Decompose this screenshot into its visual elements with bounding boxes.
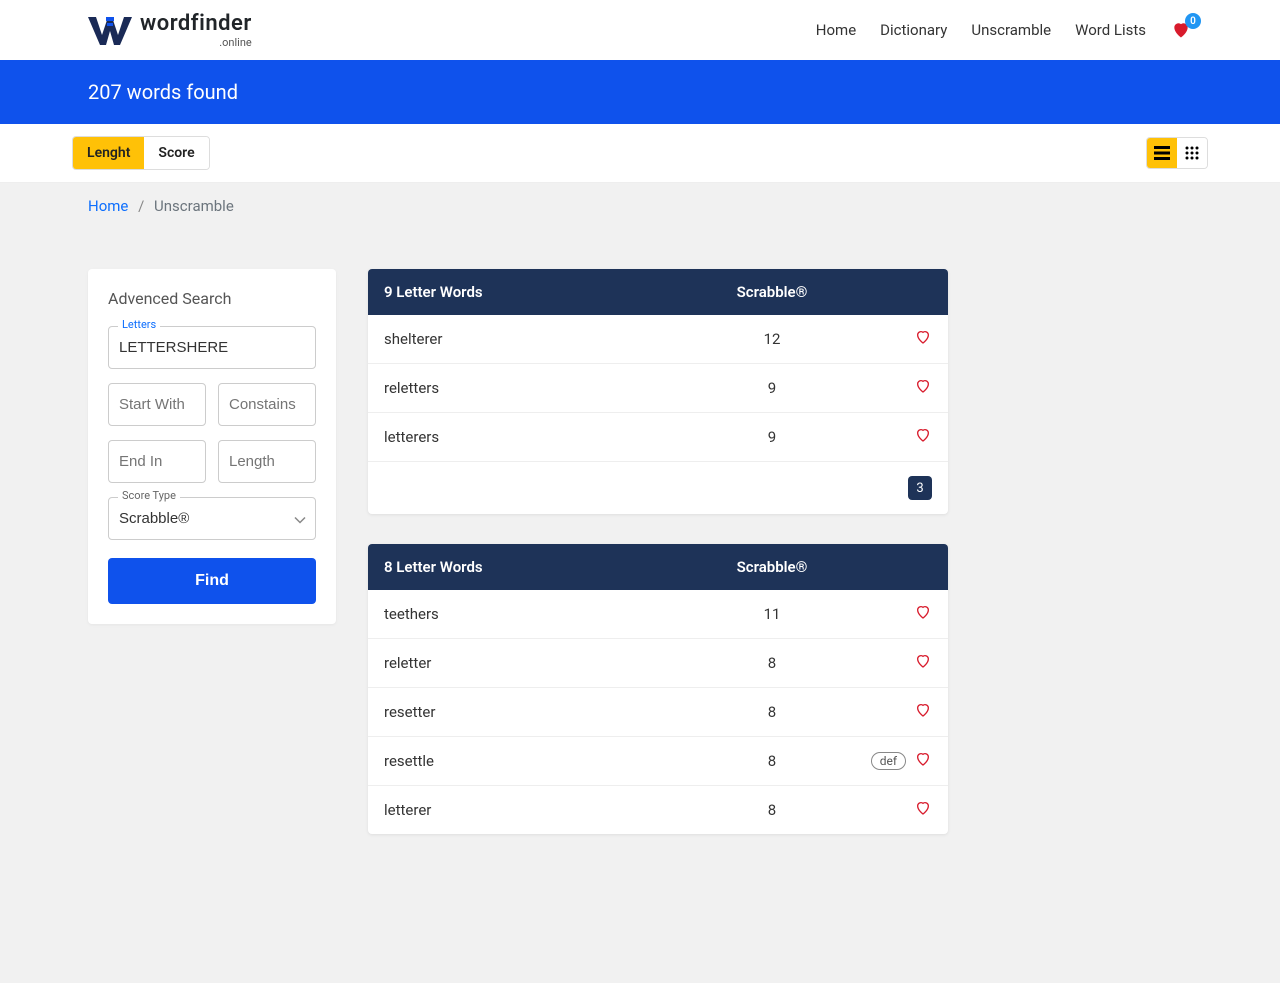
view-grid-button[interactable] <box>1177 138 1207 168</box>
list-icon <box>1154 146 1170 160</box>
result-row: teethers11 <box>368 590 948 639</box>
result-score: 9 <box>682 428 862 446</box>
result-row: reletters9 <box>368 364 948 413</box>
result-row: letterers9 <box>368 413 948 462</box>
main-nav: Home Dictionary Unscramble Word Lists 0 <box>816 20 1192 40</box>
result-word[interactable]: resettle <box>384 752 682 770</box>
heart-outline-icon <box>914 329 932 349</box>
sort-length-button[interactable]: Lenght <box>73 137 144 169</box>
result-block: 8 Letter WordsScrabble®teethers11relette… <box>368 544 948 834</box>
result-header-title: 8 Letter Words <box>384 558 682 576</box>
nav-home[interactable]: Home <box>816 21 856 39</box>
breadcrumb-home[interactable]: Home <box>88 197 128 215</box>
result-row: resettle8 def <box>368 737 948 786</box>
breadcrumb-sep: / <box>138 197 144 215</box>
result-score: 9 <box>682 379 862 397</box>
result-header: 8 Letter WordsScrabble® <box>368 544 948 590</box>
scoretype-select[interactable] <box>108 497 316 540</box>
heart-outline-icon <box>914 751 932 771</box>
heart-outline-icon <box>914 702 932 722</box>
length-input[interactable] <box>218 440 316 483</box>
result-score: 8 <box>682 801 862 819</box>
result-header-title: 9 Letter Words <box>384 283 682 301</box>
letters-label: Letters <box>118 318 160 331</box>
result-row: letterer8 <box>368 786 948 834</box>
scoretype-label: Score Type <box>118 489 180 502</box>
heart-outline-icon <box>914 604 932 624</box>
favorite-button[interactable] <box>914 604 932 624</box>
result-score: 8 <box>682 703 862 721</box>
result-footer: 3 <box>368 462 948 514</box>
result-row: shelterer12 <box>368 315 948 364</box>
result-row: resetter8 <box>368 688 948 737</box>
favorite-button[interactable] <box>914 751 932 771</box>
heart-outline-icon <box>914 427 932 447</box>
view-list-button[interactable] <box>1147 138 1177 168</box>
breadcrumb: Home / Unscramble <box>88 183 1192 229</box>
advanced-search-title: Advenced Search <box>108 289 316 308</box>
favorite-button[interactable] <box>914 800 932 820</box>
sort-score-button[interactable]: Score <box>144 137 208 169</box>
result-score: 8 <box>682 654 862 672</box>
result-header-score: Scrabble® <box>682 283 862 301</box>
results-count-text: 207 words found <box>88 80 1192 104</box>
grid-icon <box>1185 146 1199 160</box>
favorite-button[interactable] <box>914 378 932 398</box>
heart-outline-icon <box>914 800 932 820</box>
sort-toggle: Lenght Score <box>72 136 210 170</box>
breadcrumb-current: Unscramble <box>154 197 234 215</box>
result-word[interactable]: letterers <box>384 428 682 446</box>
nav-dictionary[interactable]: Dictionary <box>880 21 947 39</box>
advanced-search-card: Advenced Search Letters Score <box>88 269 336 624</box>
result-word[interactable]: resetter <box>384 703 682 721</box>
heart-outline-icon <box>914 653 932 673</box>
result-row: reletter8 <box>368 639 948 688</box>
logo[interactable]: wordfinder .online <box>88 13 252 48</box>
heart-outline-icon <box>914 378 932 398</box>
favorite-button[interactable] <box>914 653 932 673</box>
letters-input[interactable] <box>108 326 316 369</box>
logo-sub-text: .online <box>140 37 252 48</box>
view-toggle <box>1146 137 1208 169</box>
result-header: 9 Letter WordsScrabble® <box>368 269 948 315</box>
result-score: 8 <box>682 752 862 770</box>
favorite-button[interactable] <box>914 329 932 349</box>
favorite-button[interactable] <box>914 702 932 722</box>
favorites-button[interactable]: 0 <box>1170 20 1192 40</box>
favorites-count: 0 <box>1185 13 1201 29</box>
favorite-button[interactable] <box>914 427 932 447</box>
nav-wordlists[interactable]: Word Lists <box>1075 21 1146 39</box>
endin-input[interactable] <box>108 440 206 483</box>
logo-main-text: wordfinder <box>140 13 252 35</box>
find-button[interactable]: Find <box>108 558 316 604</box>
result-word[interactable]: letterer <box>384 801 682 819</box>
result-header-score: Scrabble® <box>682 558 862 576</box>
result-word[interactable]: shelterer <box>384 330 682 348</box>
contains-input[interactable] <box>218 383 316 426</box>
def-badge[interactable]: def <box>871 752 906 770</box>
nav-unscramble[interactable]: Unscramble <box>971 21 1051 39</box>
results-banner: 207 words found <box>0 60 1280 124</box>
result-word[interactable]: teethers <box>384 605 682 623</box>
result-word[interactable]: reletter <box>384 654 682 672</box>
result-count-badge: 3 <box>908 476 932 500</box>
result-block: 9 Letter WordsScrabble®shelterer12relett… <box>368 269 948 514</box>
result-word[interactable]: reletters <box>384 379 682 397</box>
result-score: 11 <box>682 605 862 623</box>
result-score: 12 <box>682 330 862 348</box>
startwith-input[interactable] <box>108 383 206 426</box>
